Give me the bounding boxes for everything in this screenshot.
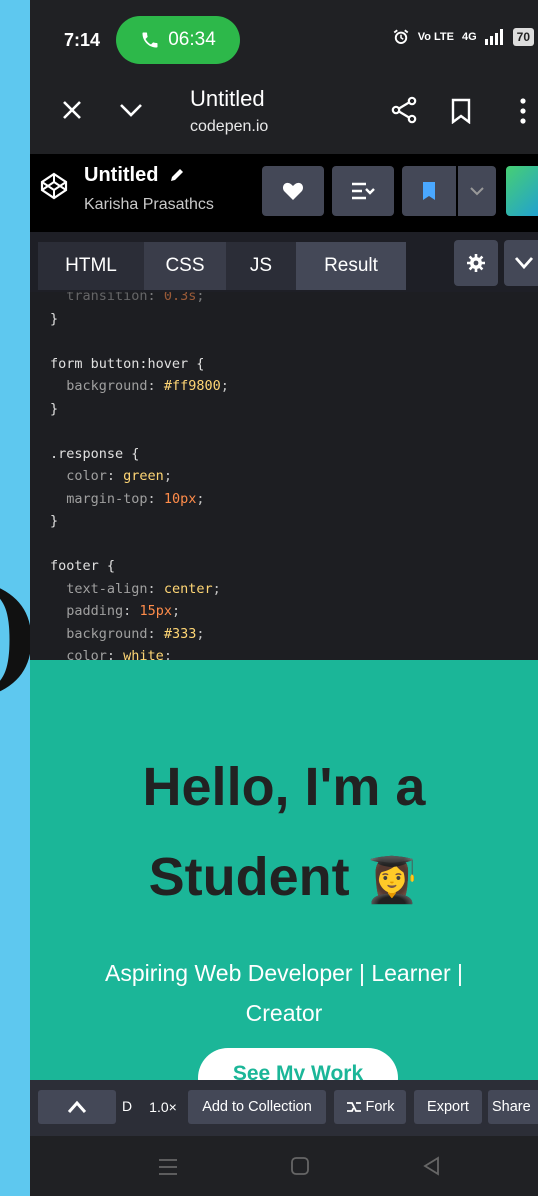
tab-css[interactable]: CSS [144,242,226,290]
signal-label: 4G [461,31,477,43]
status-icons: Vo LTE 4G 70 [392,28,534,46]
browser-toolbar: Untitled codepen.io [30,78,538,154]
list-chevron-icon [352,182,375,200]
bookmark-icon[interactable] [450,98,472,124]
status-bar: 7:14 06:34 Vo LTE 4G 70 [30,0,538,78]
phone-icon [142,32,158,48]
fork-button[interactable]: Fork [334,1090,406,1124]
codepen-pro-badge[interactable] [506,166,538,216]
pencil-icon[interactable] [168,166,186,184]
see-my-work-label: See My Work [232,1062,364,1080]
layout-dropdown-button[interactable] [504,240,538,286]
alarm-icon [393,29,408,44]
codepen-logo-icon[interactable] [40,172,68,200]
hero-heading-word: Student [148,847,350,907]
code-line: transition: 0.3s; [66,292,205,304]
codepen-bottom-bar: D 1.0× Add to Collection Fork Export Sha… [30,1080,538,1136]
browser-page-title: Untitled [190,86,265,111]
code-line: footer { [50,558,116,574]
tab-js[interactable]: JS [226,242,296,290]
more-vertical-icon[interactable] [518,96,528,126]
call-timer-pill[interactable]: 06:34 [116,16,240,64]
chevron-up-icon [67,1100,87,1113]
like-button[interactable] [262,166,324,216]
pin-button[interactable] [402,166,456,216]
hero-subtitle-line1: Aspiring Web Developer | Learner | [105,960,463,986]
pin-dropdown-button[interactable] [458,166,496,216]
code-line: padding: 15px; [66,603,181,619]
editor-tabs-bar: HTML CSS JS Result [30,232,538,292]
chevron-down-icon [470,187,484,196]
call-timer-text: 06:34 [168,29,216,50]
tab-html[interactable]: HTML [38,242,144,290]
volte-label: Vo LTE [417,31,454,43]
hero-subtitle-line2: Creator [245,1000,323,1026]
code-line: } [50,513,59,529]
add-to-collection-button[interactable]: Add to Collection [188,1090,326,1124]
student-emoji: 👩‍🎓 [364,856,420,905]
code-line: } [50,400,59,417]
code-line: form button:hover { [50,355,205,372]
chevron-down-icon [514,257,534,270]
code-line: background: #333; [66,625,205,642]
css-code-editor[interactable]: transition: 0.3s;} form button:hover { ba… [30,292,538,660]
code-line: margin-top: 10px; [66,490,205,507]
tab-result[interactable]: Result [296,242,406,290]
bookmark-filled-icon [423,182,435,200]
back-icon[interactable] [422,1156,440,1176]
share-icon[interactable] [390,96,418,124]
fork-label: Fork [365,1099,395,1115]
chevron-down-icon[interactable] [118,100,144,120]
code-line: color: green; [66,468,172,484]
browser-domain: codepen.io [190,118,269,135]
zoom-level[interactable]: 1.0× [140,1092,186,1122]
battery-level: 70 [512,28,534,46]
hero-heading-line2: Student 👩‍🎓 [30,846,538,908]
signal-bars-icon [484,29,503,45]
pen-author[interactable]: Karisha Prasathcs [84,196,214,214]
code-line: color: white; [66,648,172,660]
export-button[interactable]: Export [414,1090,482,1124]
share-button[interactable]: Share [488,1090,538,1124]
truncated-d-label: D [122,1098,133,1114]
recent-apps-icon[interactable] [158,1158,178,1176]
code-line: text-align: center; [66,580,221,597]
code-line: background: #ff9800; [66,378,229,394]
pen-title[interactable]: Untitled [84,164,158,187]
gear-icon [467,254,485,272]
expand-console-button[interactable] [38,1090,116,1124]
hero-heading-line1: Hello, I'm a [142,757,426,817]
home-icon[interactable] [290,1156,310,1176]
phone-screen: 7:14 06:34 Vo LTE 4G 70 Untitled codepen… [30,0,538,1196]
codepen-header: Untitled Karisha Prasathcs [30,154,538,232]
fork-icon [346,1102,361,1112]
collections-button[interactable] [332,166,394,216]
close-icon[interactable] [60,98,84,122]
result-preview: Hello, I'm a Student 👩‍🎓 Aspiring Web De… [30,660,538,1080]
code-line: } [50,310,59,327]
status-time: 7:14 [64,30,101,50]
code-line: .response { [50,445,140,462]
see-my-work-button[interactable]: See My Work [198,1048,398,1080]
android-nav-bar [30,1136,538,1196]
heart-icon [282,182,304,200]
settings-button[interactable] [454,240,498,286]
